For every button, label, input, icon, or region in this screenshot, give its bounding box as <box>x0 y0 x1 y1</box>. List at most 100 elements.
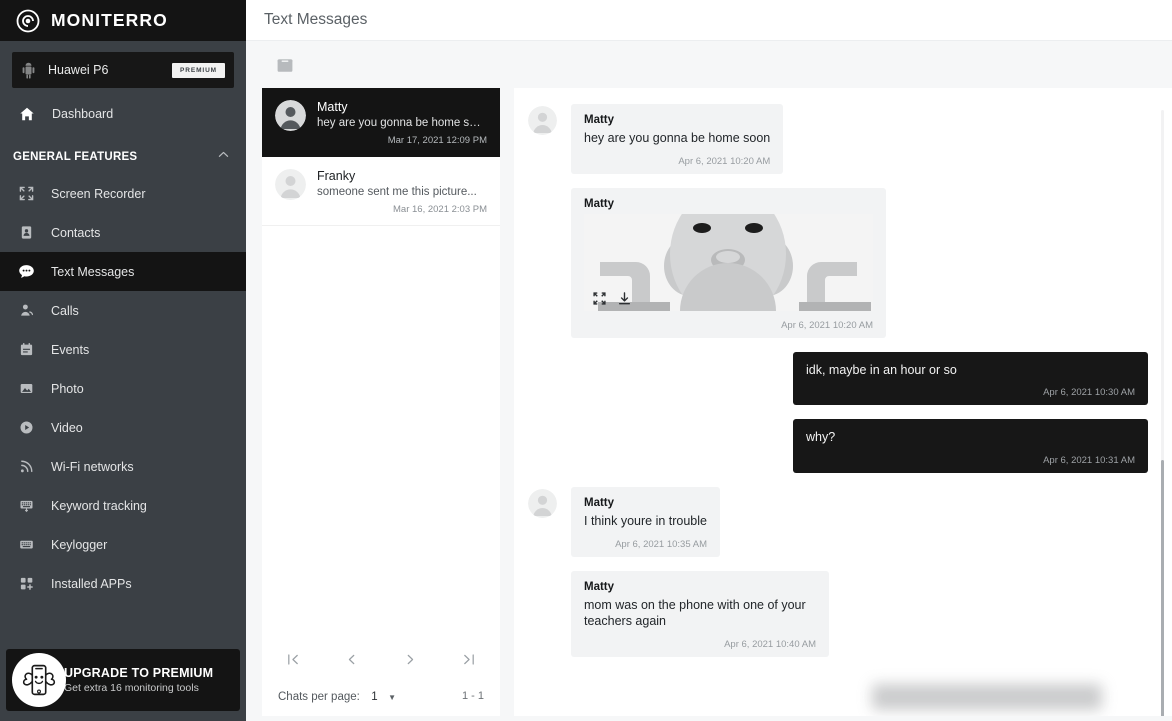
page-title: Text Messages <box>264 11 368 28</box>
chat-name: Matty <box>317 100 348 114</box>
sidebar-item-video[interactable]: Video <box>0 408 246 447</box>
sidebar-item-label: Video <box>51 420 83 435</box>
sidebar-item-keyword-tracking[interactable]: Keyword tracking <box>0 486 246 525</box>
chats-per-page-select[interactable]: Chats per page: 1 ▼ <box>278 687 396 705</box>
message-timestamp: Apr 6, 2021 10:20 AM <box>781 319 873 331</box>
calendar-icon[interactable] <box>276 56 294 74</box>
avatar-spacer <box>528 190 557 219</box>
avatar <box>528 488 557 518</box>
calendar-icon <box>13 342 39 357</box>
sidebar-item-label: Keyword tracking <box>51 498 147 513</box>
chats-per-page-value: 1 <box>371 691 378 703</box>
message-text: I think youre in trouble <box>584 513 707 528</box>
message-row: Matty mom was on the phone with one of y… <box>528 570 1148 657</box>
device-name: Huawei P6 <box>48 63 109 77</box>
message-sender: Matty <box>584 114 615 126</box>
thread-scrollbar-thumb[interactable] <box>1161 460 1164 716</box>
message-bubble: Matty I think youre in trouble Apr 6, 20… <box>571 486 720 557</box>
upgrade-subtitle: Get extra 16 monitoring tools <box>64 682 199 694</box>
app-root: MONITERRO Huawei P6 PREMIUM Dashboard GE… <box>0 0 1172 721</box>
message-timestamp: Apr 6, 2021 10:31 AM <box>1043 454 1135 466</box>
main-area: Text Messages Matty hey are you gonna be… <box>246 0 1172 721</box>
avatar <box>275 100 306 131</box>
chevron-down-icon[interactable]: ▼ <box>388 693 396 702</box>
chevron-up-icon[interactable] <box>217 148 230 166</box>
sidebar-section-general-features[interactable]: GENERAL FEATURES <box>0 140 246 174</box>
upgrade-title: UPGRADE TO PREMIUM <box>64 666 214 680</box>
expand-frame-icon <box>13 186 39 201</box>
chat-timestamp: Mar 16, 2021 2:03 PM <box>393 204 487 215</box>
chat-list-panel: Matty hey are you gonna be home soon Mar… <box>262 88 500 716</box>
message-sender: Matty <box>584 197 615 210</box>
upgrade-to-premium-button[interactable]: UPGRADE TO PREMIUM Get extra 16 monitori… <box>6 649 240 711</box>
sidebar-item-screen-recorder[interactable]: Screen Recorder <box>0 174 246 213</box>
image-icon <box>13 381 39 396</box>
previous-page-icon[interactable] <box>344 652 359 669</box>
message-text: idk, maybe in an hour or so <box>806 362 957 377</box>
brand-header: MONITERRO <box>0 0 246 41</box>
sidebar-item-label: Screen Recorder <box>51 186 146 201</box>
content-area: Matty hey are you gonna be home soon Mar… <box>246 88 1172 721</box>
message-text: hey are you gonna be home soon <box>584 131 771 145</box>
first-page-icon[interactable] <box>286 652 301 669</box>
download-icon[interactable] <box>618 291 631 305</box>
message-sender: Matty <box>584 496 615 509</box>
contact-card-icon <box>13 225 39 240</box>
last-page-icon[interactable] <box>461 652 476 669</box>
toolbar <box>246 41 1172 88</box>
avatar-spacer <box>528 573 557 602</box>
redacted-overlay <box>872 684 1102 710</box>
message-bubble: Matty Apr 6, 2021 10:20 AM <box>571 187 886 338</box>
sidebar-item-dashboard[interactable]: Dashboard <box>0 94 246 133</box>
pagination-range: 1 - 1 <box>461 690 484 702</box>
avatar <box>275 169 306 200</box>
avatar <box>528 106 557 135</box>
message-text: why? <box>806 430 836 445</box>
apps-grid-icon <box>13 576 39 591</box>
message-timestamp: Apr 6, 2021 10:40 AM <box>724 638 816 650</box>
sidebar-item-label: Calls <box>51 303 79 318</box>
message-bubble: why? Apr 6, 2021 10:31 AM <box>793 419 1148 473</box>
sidebar-item-contacts[interactable]: Contacts <box>0 213 246 252</box>
message-bubble: idk, maybe in an hour or so Apr 6, 2021 … <box>793 351 1148 406</box>
message-row: idk, maybe in an hour or so Apr 6, 2021 … <box>528 351 1148 406</box>
keyboard-alert-icon <box>13 498 39 513</box>
message-row: Matty I think youre in trouble Apr 6, 20… <box>528 486 1148 557</box>
device-selector[interactable]: Huawei P6 PREMIUM <box>12 52 234 88</box>
sidebar-item-events[interactable]: Events <box>0 330 246 369</box>
message-image[interactable] <box>584 213 873 311</box>
sidebar-item-label: Events <box>51 342 90 357</box>
chat-list-item[interactable]: Franky someone sent me this picture... M… <box>262 157 500 226</box>
chat-preview: someone sent me this picture... <box>317 186 477 198</box>
next-page-icon[interactable] <box>403 652 418 669</box>
sidebar-item-label: Text Messages <box>51 264 135 279</box>
message-bubble: Matty mom was on the phone with one of y… <box>571 570 829 657</box>
sidebar-item-wifi-networks[interactable]: Wi-Fi networks <box>0 447 246 486</box>
page-header: Text Messages <box>246 0 1172 41</box>
home-icon <box>14 106 40 122</box>
sidebar-item-installed-apps[interactable]: Installed APPs <box>0 564 246 603</box>
chat-name: Franky <box>317 169 356 183</box>
fullscreen-icon[interactable] <box>593 292 606 305</box>
sidebar-item-photo[interactable]: Photo <box>0 369 246 408</box>
message-bubble: Matty hey are you gonna be home soon Apr… <box>571 104 784 174</box>
sidebar-item-label: Installed APPs <box>51 576 132 591</box>
image-tools <box>593 291 631 305</box>
section-title: GENERAL FEATURES <box>13 151 138 163</box>
sidebar-item-label: Contacts <box>51 225 101 240</box>
keyboard-icon <box>13 537 39 552</box>
android-robot-icon <box>21 62 36 79</box>
pagination: Chats per page: 1 ▼ 1 - 1 <box>262 644 500 716</box>
chat-list-item[interactable]: Matty hey are you gonna be home soon Mar… <box>262 88 500 157</box>
sidebar-item-text-messages[interactable]: Text Messages <box>0 252 246 291</box>
play-circle-icon <box>13 420 39 435</box>
strong-phone-icon <box>12 653 66 707</box>
message-timestamp: Apr 6, 2021 10:30 AM <box>1043 387 1135 399</box>
thread-scrollbar[interactable] <box>1161 110 1164 716</box>
person-call-icon <box>13 303 39 318</box>
sidebar-item-calls[interactable]: Calls <box>0 291 246 330</box>
message-row: Matty Apr 6, 2021 10:20 AM <box>528 187 1148 338</box>
premium-badge: PREMIUM <box>172 62 225 78</box>
sidebar-item-keylogger[interactable]: Keylogger <box>0 525 246 564</box>
upgrade-banner-wrapper: UPGRADE TO PREMIUM Get extra 16 monitori… <box>0 641 246 721</box>
